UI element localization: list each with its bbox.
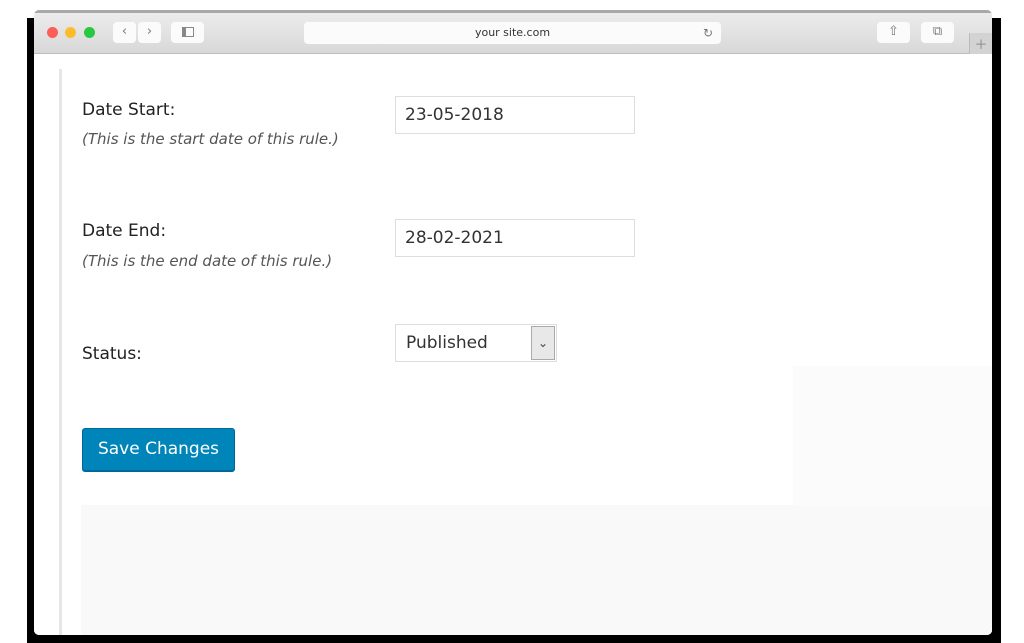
- forward-button[interactable]: ›: [138, 22, 161, 43]
- sidebar-button[interactable]: [171, 22, 204, 43]
- browser-toolbar: ‹ › your site.com ↻ ⇧ ⧉ +: [34, 13, 992, 55]
- date-start-label: Date Start:: [82, 100, 176, 120]
- minimize-window-button[interactable]: [65, 27, 76, 38]
- tabs-button[interactable]: ⧉: [921, 22, 954, 43]
- sidebar-icon: [181, 27, 194, 37]
- new-tab-button[interactable]: +: [969, 33, 992, 55]
- back-button[interactable]: ‹: [113, 22, 136, 43]
- date-start-input[interactable]: 23-05-2018: [395, 96, 635, 134]
- save-changes-button[interactable]: Save Changes: [82, 428, 235, 471]
- background-panel: [793, 366, 992, 506]
- url-text: your site.com: [474, 26, 551, 39]
- tabs-icon: ⧉: [932, 24, 943, 39]
- status-value: Published: [406, 333, 488, 353]
- close-window-button[interactable]: [47, 27, 58, 38]
- date-start-hint: (This is the start date of this rule.): [82, 130, 339, 148]
- page-content: Date Start: (This is the start date of t…: [34, 54, 992, 635]
- share-icon: ⇧: [888, 24, 899, 39]
- status-label: Status:: [82, 344, 142, 364]
- maximize-window-button[interactable]: [84, 27, 95, 38]
- chevron-down-icon[interactable]: ⌄: [531, 326, 555, 360]
- address-bar[interactable]: your site.com ↻: [304, 22, 721, 44]
- status-select[interactable]: Published ⌄: [395, 324, 557, 362]
- background-panel: [81, 505, 992, 635]
- reload-icon[interactable]: ↻: [703, 22, 713, 44]
- browser-window: ‹ › your site.com ↻ ⇧ ⧉ + Date Start: (Th…: [34, 10, 992, 635]
- share-button[interactable]: ⇧: [877, 22, 910, 43]
- date-end-input[interactable]: 28-02-2021: [395, 219, 635, 257]
- date-end-label: Date End:: [82, 221, 167, 241]
- date-end-hint: (This is the end date of this rule.): [82, 252, 333, 270]
- left-border: [59, 69, 62, 635]
